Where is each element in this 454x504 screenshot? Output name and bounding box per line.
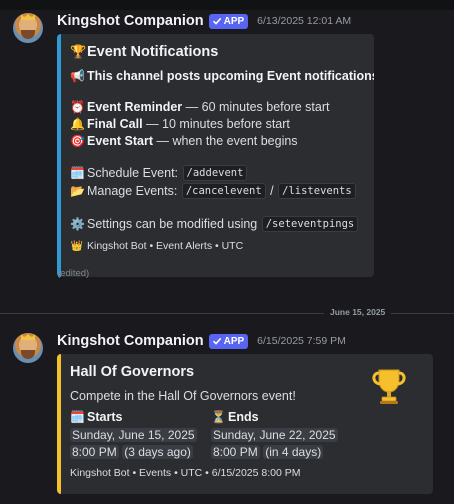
embed-title-row: Hall Of Governors (70, 364, 194, 380)
app-badge: APP (208, 13, 249, 29)
embed-accent-bar (57, 354, 61, 494)
manage-separator: / (270, 184, 274, 198)
app-badge: APP (208, 333, 249, 349)
embed-description: This channel posts upcoming Event notifi… (87, 69, 374, 83)
crown-icon (21, 334, 35, 340)
alarm-clock-icon: ⏰ (70, 100, 85, 114)
reminder-row: 🔔 Final Call — 10 minutes before start (70, 117, 290, 131)
ends-date-row: Sunday, June 22, 2025 (211, 428, 338, 442)
embed-description: Compete in the Hall Of Governors event! (70, 389, 296, 403)
bell-icon: 🔔 (70, 117, 85, 131)
folder-icon: 📂 (70, 184, 85, 198)
reminder-label: Event Start (87, 134, 153, 148)
embed-accent-bar (57, 34, 61, 277)
starts-date-row: Sunday, June 15, 2025 (70, 428, 197, 442)
starts-time-row: 8:00 PM (3 days ago) (70, 445, 193, 459)
ends-field-name: ⏳ Ends (211, 410, 259, 424)
crown-icon: 👑 (70, 240, 84, 252)
cancelevent-command[interactable]: /cancelevent (181, 183, 266, 199)
ends-date[interactable]: Sunday, June 22, 2025 (211, 428, 338, 442)
starts-date[interactable]: Sunday, June 15, 2025 (70, 428, 197, 442)
avatar[interactable] (13, 13, 43, 43)
embed-title: Hall Of Governors (70, 364, 195, 380)
calendar-icon: 🗓️ (70, 410, 85, 424)
trophy-icon (372, 369, 406, 404)
embed-title: Event Notifications (87, 44, 219, 60)
schedule-label: Schedule Event: (87, 166, 179, 180)
embed-footer-row: Kingshot Bot • Events • UTC • 6/15/2025 … (70, 467, 300, 479)
settings-label: Settings can be modified using (87, 217, 258, 231)
embed-footer-row: 👑 Kingshot Bot • Event Alerts • UTC (70, 240, 243, 252)
addevent-command[interactable]: /addevent (182, 165, 248, 181)
avatar[interactable] (13, 333, 43, 363)
schedule-row: 🗓️ Schedule Event: /addevent (70, 165, 248, 181)
starts-relative[interactable]: (3 days ago) (122, 445, 193, 459)
check-icon (212, 17, 221, 25)
manage-row: 📂 Manage Events: /cancelevent / /listeve… (70, 183, 357, 199)
seteventpings-command[interactable]: /seteventpings (261, 216, 359, 232)
embed-footer: Kingshot Bot • Event Alerts • UTC (87, 240, 244, 252)
reminder-row: 🎯 Event Start — when the event begins (70, 134, 298, 148)
embed-event-notifications: 🏆 Event Notifications 📢 This channel pos… (57, 34, 374, 277)
starts-label: Starts (87, 410, 123, 424)
starts-relative-text: 3 days ago (128, 445, 187, 459)
crown-icon (21, 14, 35, 20)
ends-time[interactable]: 8:00 PM (211, 445, 260, 459)
trophy-icon: 🏆 (70, 44, 87, 59)
app-badge-label: APP (223, 335, 245, 347)
starts-field-name: 🗓️ Starts (70, 410, 122, 424)
check-icon (212, 337, 221, 345)
calendar-icon: 🗓️ (70, 166, 85, 180)
reminder-label: Final Call (87, 117, 143, 131)
ends-relative[interactable]: (in 4 days) (263, 445, 324, 459)
reminder-row: ⏰ Event Reminder — 60 minutes before sta… (70, 100, 329, 114)
reminder-label: Event Reminder (87, 100, 183, 114)
beard-shape (21, 350, 35, 359)
embed-description-row: 📢 This channel posts upcoming Event noti… (70, 69, 374, 83)
embed-hall-of-governors: Hall Of Governors Compete in the Hall Of… (57, 354, 433, 494)
hourglass-icon: ⏳ (211, 410, 226, 424)
settings-row: ⚙️ Settings can be modified using /setev… (70, 216, 359, 232)
gear-icon: ⚙️ (70, 217, 85, 231)
message-header: Kingshot Companion APP 6/15/2025 7:59 PM (57, 333, 346, 349)
listevents-command[interactable]: /listevents (278, 183, 356, 199)
manage-label: Manage Events: (87, 184, 178, 198)
ends-label: Ends (228, 410, 259, 424)
ends-relative-text: in 4 days (269, 445, 318, 459)
embed-footer: Kingshot Bot • Events • UTC • 6/15/2025 … (70, 467, 301, 479)
ends-time-row: 8:00 PM (in 4 days) (211, 445, 324, 459)
reminder-text: — when the event begins (156, 134, 298, 148)
app-badge-label: APP (223, 15, 245, 27)
embed-title-row: 🏆 Event Notifications (70, 44, 218, 60)
target-icon: 🎯 (70, 134, 85, 148)
date-divider-label: June 15, 2025 (324, 307, 392, 317)
reminder-text: — 60 minutes before start (185, 100, 330, 114)
top-strip (0, 0, 454, 10)
timestamp[interactable]: 6/13/2025 12:01 AM (257, 15, 351, 27)
author-name[interactable]: Kingshot Companion (57, 13, 204, 29)
starts-time[interactable]: 8:00 PM (70, 445, 119, 459)
reminder-text: — 10 minutes before start (146, 117, 290, 131)
message-header: Kingshot Companion APP 6/13/2025 12:01 A… (57, 13, 351, 29)
author-name[interactable]: Kingshot Companion (57, 333, 204, 349)
embed-description-row: Compete in the Hall Of Governors event! (70, 389, 296, 403)
beard-shape (21, 30, 35, 39)
edited-label: (edited) (57, 268, 90, 279)
megaphone-icon: 📢 (70, 69, 85, 83)
timestamp[interactable]: 6/15/2025 7:59 PM (257, 335, 346, 347)
